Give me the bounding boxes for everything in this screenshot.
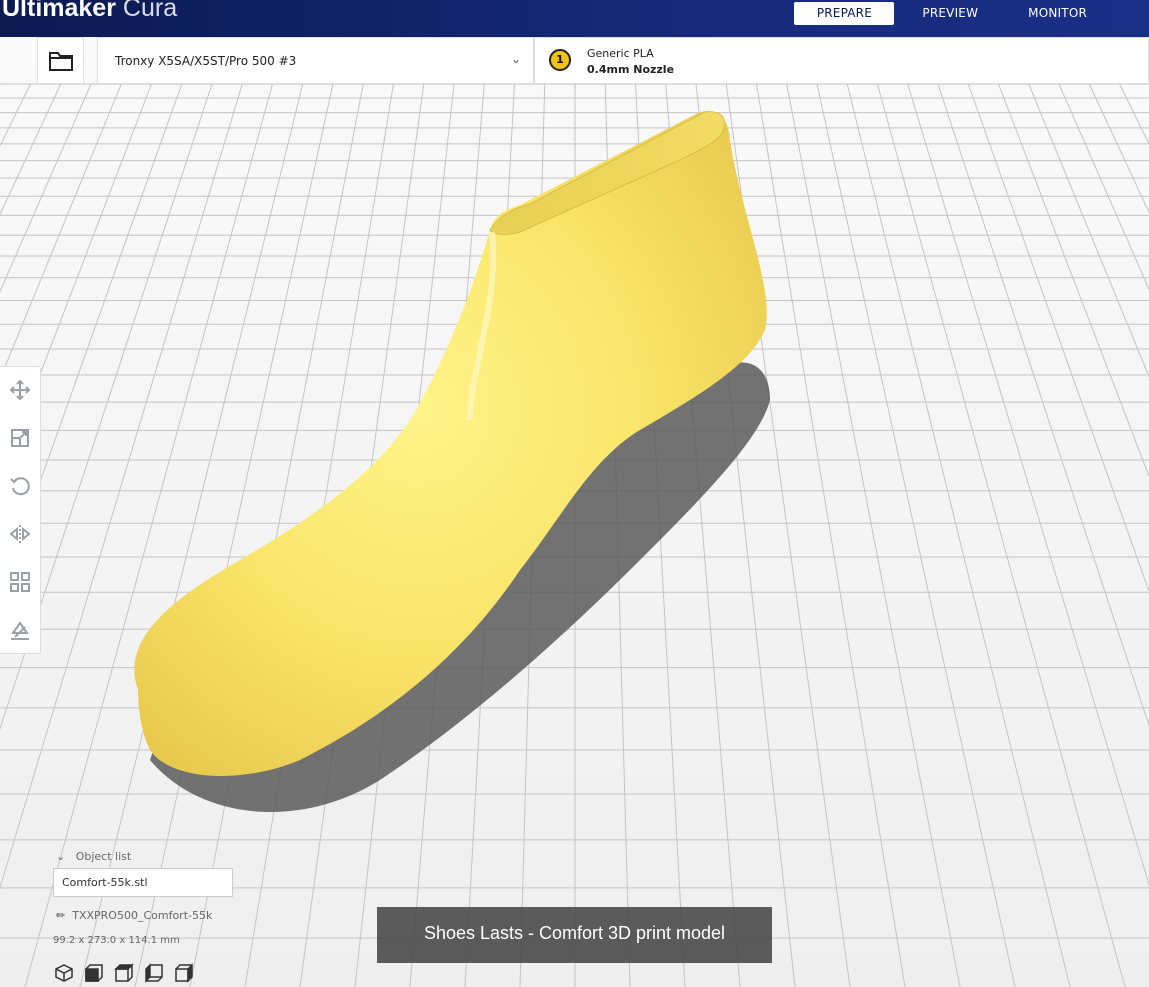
mirror-icon[interactable] — [5, 519, 35, 549]
job-name[interactable]: ✏ TXXPRO500_Comfort-55k — [56, 909, 212, 922]
tab-prepare[interactable]: PREPARE — [794, 2, 895, 25]
object-list-toggle[interactable]: ⌄ Object list — [56, 850, 131, 863]
stage-tabs: PREPARE PREVIEW MONITOR — [794, 2, 1109, 25]
3d-viewport[interactable] — [0, 0, 1149, 987]
model-dimensions: 99.2 x 273.0 x 114.1 mm — [53, 935, 180, 946]
move-icon[interactable] — [5, 375, 35, 405]
chevron-down-icon: ⌄ — [56, 850, 66, 863]
tab-monitor[interactable]: MONITOR — [1006, 2, 1109, 25]
printer-selector[interactable]: Tronxy X5SA/X5ST/Pro 500 #3 ⌄ — [97, 37, 534, 84]
top-bar: Ultimaker Cura PREPARE PREVIEW MONITOR — [0, 0, 1149, 37]
per-model-settings-icon[interactable] — [5, 567, 35, 597]
folder-icon — [48, 51, 73, 71]
material-selector[interactable]: 1 Generic PLA 0.4mm Nozzle — [534, 37, 1149, 84]
3d-view-icon[interactable] — [53, 962, 75, 984]
chevron-down-icon: ⌄ — [510, 52, 521, 66]
left-view-icon[interactable] — [143, 962, 165, 984]
app-logo: Ultimaker Cura — [2, 0, 178, 22]
caption-overlay: Shoes Lasts - Comfort 3D print model — [377, 907, 772, 963]
rotate-icon[interactable] — [5, 471, 35, 501]
printer-name: Tronxy X5SA/X5ST/Pro 500 #3 — [115, 54, 297, 68]
support-blocker-icon[interactable] — [5, 615, 35, 645]
top-view-icon[interactable] — [113, 962, 135, 984]
material-name: Generic PLA — [587, 47, 654, 60]
right-view-icon[interactable] — [173, 962, 195, 984]
tab-preview[interactable]: PREVIEW — [900, 2, 1000, 25]
front-view-icon[interactable] — [83, 962, 105, 984]
open-file-button[interactable] — [37, 37, 84, 84]
object-list-item[interactable]: Comfort-55k.stl — [53, 868, 233, 897]
pencil-icon: ✏ — [56, 909, 66, 922]
scale-icon[interactable] — [5, 423, 35, 453]
tool-panel — [0, 366, 41, 654]
nozzle-size: 0.4mm Nozzle — [587, 63, 675, 76]
extruder-badge: 1 — [549, 49, 571, 71]
view-orientation-bar — [53, 962, 195, 984]
